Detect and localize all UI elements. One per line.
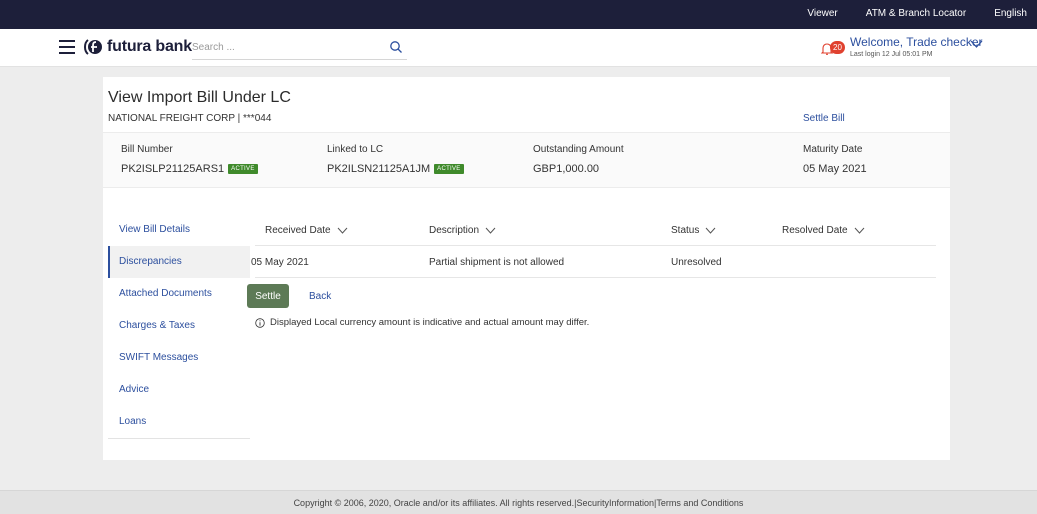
column-resolved-date[interactable]: Resolved Date — [782, 225, 865, 236]
viewer-link[interactable]: Viewer — [807, 8, 837, 19]
nav-swift-messages[interactable]: SWIFT Messages — [108, 342, 250, 374]
outstanding-amount-field: Outstanding Amount GBP1,000.00 — [533, 144, 624, 175]
utility-links: Viewer ATM & Branch Locator English — [807, 8, 1027, 19]
disclaimer-text: Displayed Local currency amount is indic… — [270, 317, 590, 328]
notifications-button[interactable]: 20 — [821, 39, 849, 57]
column-received-date[interactable]: Received Date — [265, 225, 348, 236]
lc-status-badge: ACTIVE — [434, 164, 464, 174]
last-login-text: Last login 12 Jul 05:01 PM — [850, 51, 933, 58]
chevron-down-icon — [854, 227, 864, 234]
chevron-down-icon — [970, 40, 983, 48]
atm-branch-locator-link[interactable]: ATM & Branch Locator — [866, 8, 966, 19]
column-description[interactable]: Description — [429, 225, 496, 236]
bill-number-field: Bill Number PK2ISLP21125ARS1 ACTIVE — [121, 144, 258, 175]
nav-advice[interactable]: Advice — [108, 374, 250, 406]
bill-status-badge: ACTIVE — [228, 164, 258, 174]
column-label: Resolved Date — [782, 225, 848, 236]
column-label: Received Date — [265, 225, 331, 236]
user-menu[interactable]: Welcome, Trade checker Last login 12 Jul… — [850, 35, 983, 58]
nav-view-bill-details[interactable]: View Bill Details — [108, 214, 250, 246]
column-label: Status — [671, 225, 700, 236]
linked-lc-value: PK2ILSN21125A1JM — [327, 163, 431, 175]
column-status[interactable]: Status — [671, 225, 716, 236]
nav-attached-documents[interactable]: Attached Documents — [108, 278, 250, 310]
top-utility-bar: Viewer ATM & Branch Locator English — [0, 0, 1037, 29]
discrepancies-table: Received Date Description Status Resolve… — [251, 214, 936, 278]
maturity-date-field: Maturity Date 05 May 2021 — [803, 144, 867, 175]
brand-name: futura bank — [107, 38, 192, 55]
menu-icon[interactable] — [59, 40, 75, 54]
page-footer: Copyright © 2006, 2020, Oracle and/or it… — [0, 490, 1037, 514]
bill-sections-nav: View Bill Details Discrepancies Attached… — [108, 214, 250, 439]
chevron-down-icon — [485, 227, 496, 234]
party-subtitle: NATIONAL FREIGHT CORP | ***044 — [108, 113, 272, 124]
outstanding-amount-value: GBP1,000.00 — [533, 163, 600, 175]
page-title: View Import Bill Under LC — [108, 89, 291, 106]
table-row: 05 May 2021 Partial shipment is not allo… — [251, 246, 936, 278]
column-label: Description — [429, 225, 480, 236]
nav-discrepancies[interactable]: Discrepancies — [108, 246, 250, 278]
settle-button[interactable]: Settle — [247, 284, 289, 308]
outstanding-amount-label: Outstanding Amount — [533, 144, 624, 155]
received-date-cell: 05 May 2021 — [251, 257, 309, 268]
action-bar: Settle Back — [247, 284, 331, 308]
settle-bill-link[interactable]: Settle Bill — [803, 113, 845, 124]
bank-logo[interactable]: futura bank — [83, 37, 192, 57]
search-input[interactable] — [192, 36, 372, 58]
chevron-down-icon — [705, 227, 716, 234]
back-button[interactable]: Back — [309, 291, 331, 302]
futura-logo-icon — [84, 39, 102, 55]
search-icon[interactable] — [389, 40, 403, 54]
nav-charges-taxes[interactable]: Charges & Taxes — [108, 310, 250, 342]
table-header: Received Date Description Status Resolve… — [255, 214, 936, 246]
bill-summary-strip: Bill Number PK2ISLP21125ARS1 ACTIVE Link… — [103, 132, 950, 188]
bill-number-label: Bill Number — [121, 144, 173, 155]
notification-count-badge: 20 — [830, 41, 845, 54]
nav-loans[interactable]: Loans — [108, 406, 250, 438]
language-selector[interactable]: English — [994, 8, 1027, 19]
currency-disclaimer: Displayed Local currency amount is indic… — [255, 317, 589, 328]
main-header: futura bank 20 Welcome, Trade checker La… — [0, 29, 1037, 67]
search-box — [192, 36, 407, 60]
nav-divider — [108, 438, 250, 439]
info-icon — [255, 317, 265, 328]
description-cell: Partial shipment is not allowed — [429, 257, 565, 268]
welcome-text: Welcome, Trade checker — [850, 35, 983, 49]
maturity-date-label: Maturity Date — [803, 144, 863, 155]
bill-number-value: PK2ISLP21125ARS1 — [121, 163, 225, 175]
bill-details-card: View Import Bill Under LC NATIONAL FREIG… — [103, 77, 950, 460]
linked-lc-label: Linked to LC — [327, 144, 384, 155]
status-cell: Unresolved — [671, 257, 722, 268]
chevron-down-icon — [337, 227, 347, 234]
linked-lc-field: Linked to LC PK2ILSN21125A1JM ACTIVE — [327, 144, 464, 175]
maturity-date-value: 05 May 2021 — [803, 163, 867, 175]
